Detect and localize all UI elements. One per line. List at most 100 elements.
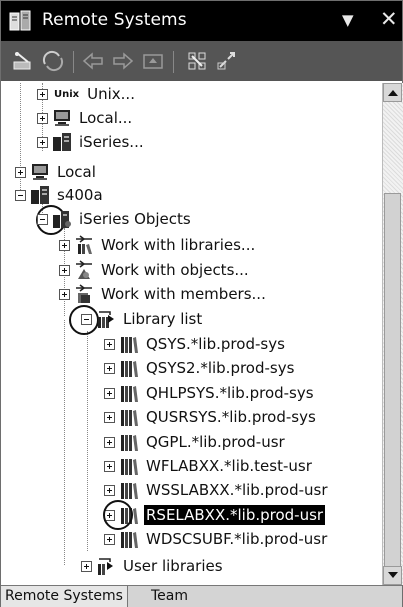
tree-node-library[interactable]: WSSLABXX.*lib.prod-usr [104, 479, 330, 501]
work-with-libraries-icon [76, 235, 92, 254]
tree-node-work-with-libraries[interactable]: Work with libraries... [59, 234, 257, 256]
tree-node-label: iSeries... [79, 133, 144, 151]
tree-node-label: Local... [79, 109, 133, 127]
expand-toggle[interactable] [104, 484, 115, 496]
view-tab-bar: Remote Systems Team [1, 585, 402, 607]
tree-node-label: Local [57, 163, 96, 181]
iseries-objects-icon [53, 211, 71, 228]
tree-node-label: iSeries Objects [79, 210, 191, 228]
iseries-icon [31, 186, 49, 204]
remote-systems-view: Remote Systems ▼ ✕ Unix Unix... Local...… [0, 0, 403, 607]
expand-toggle[interactable] [104, 362, 115, 374]
work-with-members-icon [76, 284, 92, 303]
tree-node-label: WDSCSUBF.*lib.prod-usr [146, 530, 328, 548]
library-icon [121, 386, 138, 402]
tree-node-library[interactable]: RSELABXX.*lib.prod-usr [104, 504, 326, 526]
tree-node-local-connection[interactable]: Local... [37, 107, 134, 129]
tab-team[interactable]: Team [147, 586, 192, 607]
tree-node-user-libraries[interactable]: User libraries [81, 555, 225, 577]
library-icon [121, 483, 138, 499]
up-level-icon[interactable] [141, 50, 165, 72]
view-title: Remote Systems [42, 10, 187, 30]
tree-node-label: QSYS.*lib.prod-sys [146, 335, 285, 353]
expand-toggle[interactable] [104, 387, 115, 399]
tree-node-label: WFLABXX.*lib.test-usr [146, 457, 312, 475]
tree-node-unix[interactable]: Unix Unix... [37, 83, 137, 105]
back-arrow-icon[interactable] [81, 50, 105, 72]
tree-node-label: WSSLABXX.*lib.prod-usr [146, 481, 328, 499]
expand-toggle[interactable] [59, 264, 70, 276]
scroll-down-button[interactable] [383, 566, 402, 585]
library-icon [121, 410, 138, 426]
link-with-editor-icon[interactable] [215, 50, 239, 72]
collapse-all-icon[interactable] [185, 50, 209, 72]
local-system-icon [32, 164, 48, 180]
tree-node-local[interactable]: Local [15, 161, 98, 183]
work-with-objects-icon [76, 260, 92, 279]
expand-toggle[interactable] [37, 112, 48, 124]
tree-node-label: QGPL.*lib.prod-usr [146, 433, 285, 451]
scroll-down-arrow-icon [387, 572, 398, 578]
new-connection-icon[interactable] [11, 50, 35, 72]
toolbar-separator [73, 51, 74, 73]
expand-toggle[interactable] [104, 338, 115, 350]
tree-node-library[interactable]: QSYS.*lib.prod-sys [104, 333, 287, 355]
tree-node-iseries-objects[interactable]: iSeries Objects [37, 208, 193, 230]
tree-node-library[interactable]: WDSCSUBF.*lib.prod-usr [104, 528, 329, 550]
remote-systems-tree[interactable]: Unix Unix... Local... iSeries... Local s… [1, 83, 382, 585]
expand-toggle[interactable] [104, 533, 115, 545]
library-icon [121, 435, 138, 451]
tree-node-library[interactable]: QHLPSYS.*lib.prod-sys [104, 382, 316, 404]
view-title-bar: Remote Systems ▼ ✕ [1, 1, 402, 41]
tree-node-iseries-connection[interactable]: iSeries... [37, 131, 146, 153]
close-view-button[interactable]: ✕ [380, 7, 398, 31]
iseries-icon [53, 133, 71, 151]
expand-toggle[interactable] [104, 411, 115, 423]
tree-node-library-list[interactable]: Library list [81, 308, 204, 330]
library-icon [121, 361, 138, 377]
tree-node-s400a[interactable]: s400a [15, 184, 105, 206]
expand-toggle[interactable] [37, 88, 48, 100]
expand-toggle[interactable] [37, 136, 48, 148]
collapse-toggle[interactable] [81, 313, 92, 325]
remote-systems-icon [9, 10, 31, 31]
tree-node-label: Library list [123, 310, 203, 328]
refresh-icon[interactable] [41, 50, 65, 72]
expand-toggle[interactable] [104, 436, 115, 448]
tree-node-work-with-members[interactable]: Work with members... [59, 283, 268, 305]
scroll-up-arrow-icon [387, 90, 398, 96]
collapse-toggle[interactable] [15, 189, 26, 201]
view-menu-button[interactable]: ▼ [342, 11, 354, 29]
tree-node-library[interactable]: WFLABXX.*lib.test-usr [104, 455, 314, 477]
tab-remote-systems[interactable]: Remote Systems [1, 586, 128, 607]
highlight-circle [103, 500, 133, 530]
user-libraries-icon [98, 558, 113, 575]
library-icon [121, 459, 138, 475]
tree-node-library[interactable]: QSYS2.*lib.prod-sys [104, 357, 296, 379]
tree-node-label: User libraries [123, 557, 223, 575]
expand-toggle[interactable] [15, 166, 26, 178]
expand-toggle[interactable] [104, 460, 115, 472]
toolbar-separator [173, 51, 174, 73]
tree-node-label: Work with objects... [101, 261, 249, 279]
view-toolbar [1, 41, 402, 81]
library-list-icon [98, 311, 114, 328]
tree-node-label: QSYS2.*lib.prod-sys [146, 359, 295, 377]
tree-node-label: QHLPSYS.*lib.prod-sys [146, 384, 314, 402]
expand-toggle[interactable] [59, 288, 70, 300]
tree-node-label: QUSRSYS.*lib.prod-sys [146, 408, 316, 426]
library-icon [121, 532, 138, 548]
scrollbar-thumb[interactable] [384, 193, 401, 578]
expand-toggle[interactable] [81, 560, 92, 572]
vertical-scrollbar[interactable] [382, 83, 403, 585]
scroll-up-button[interactable] [383, 83, 402, 102]
collapse-toggle[interactable] [37, 213, 48, 225]
tree-node-library[interactable]: QUSRSYS.*lib.prod-sys [104, 406, 318, 428]
tree-node-work-with-objects[interactable]: Work with objects... [59, 259, 251, 281]
tree-node-label: s400a [57, 186, 103, 204]
expand-toggle[interactable] [59, 239, 70, 251]
local-system-icon [54, 110, 70, 126]
forward-arrow-icon[interactable] [111, 50, 135, 72]
tree-node-label: RSELABXX.*lib.prod-usr [144, 505, 326, 525]
tree-node-library[interactable]: QGPL.*lib.prod-usr [104, 431, 287, 453]
